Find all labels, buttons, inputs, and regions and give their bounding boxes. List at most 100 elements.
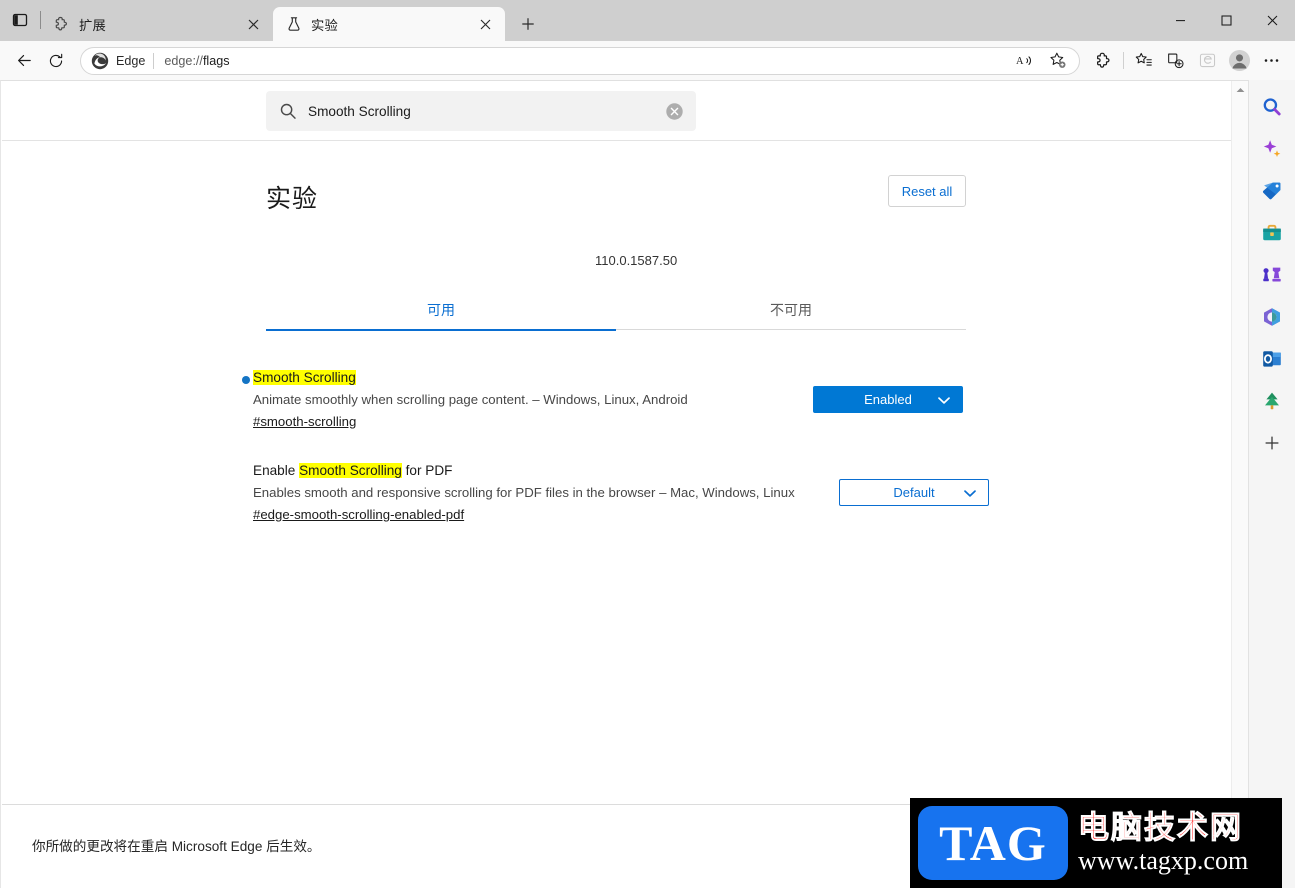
flag-entry-smooth-scrolling-pdf: Enable Smooth Scrolling for PDF Enables … bbox=[253, 462, 989, 524]
minimize-button[interactable] bbox=[1157, 0, 1203, 41]
tab-available-label: 可用 bbox=[427, 302, 455, 318]
discover-sparkle-icon bbox=[1263, 140, 1281, 157]
page-scrollbar[interactable] bbox=[1231, 81, 1248, 888]
tab-actions-menu-button[interactable] bbox=[0, 0, 40, 40]
watermark-url: www.tagxp.com bbox=[1078, 846, 1249, 875]
flask-experiments-icon bbox=[285, 16, 302, 33]
edge-logo-icon bbox=[91, 52, 109, 70]
flag-state-value: Default bbox=[893, 485, 935, 500]
reset-all-button[interactable]: Reset all bbox=[888, 175, 966, 207]
maximize-button[interactable] bbox=[1203, 0, 1249, 41]
read-aloud-icon: A bbox=[1016, 56, 1031, 67]
flag-anchor-link[interactable]: #smooth-scrolling bbox=[253, 413, 356, 431]
sidebar-item-drop[interactable] bbox=[1255, 384, 1289, 418]
internet-explorer-mode-button[interactable] bbox=[1191, 46, 1223, 76]
tab-experiments[interactable]: 实验 bbox=[273, 7, 505, 41]
reset-all-label: Reset all bbox=[901, 183, 953, 199]
flag-title: Smooth Scrolling bbox=[253, 369, 965, 387]
site-watermark: TAG 电脑技术网 www.tagxp.com bbox=[910, 798, 1282, 888]
settings-and-more-icon bbox=[1264, 59, 1278, 62]
sidebar-item-search[interactable] bbox=[1255, 90, 1289, 124]
watermark-tag-logo: TAG bbox=[918, 806, 1068, 880]
close-window-button[interactable] bbox=[1249, 0, 1295, 41]
omnibox-brand-label: Edge bbox=[116, 53, 146, 68]
page-title-row: 实验 bbox=[266, 179, 318, 215]
settings-and-more-button[interactable] bbox=[1255, 46, 1287, 76]
version-label: 110.0.1587.50 bbox=[595, 253, 678, 268]
omnibox-actions: A bbox=[1009, 46, 1073, 76]
office-icon bbox=[1264, 308, 1280, 326]
flag-state-value: Enabled bbox=[864, 392, 912, 407]
plus-icon bbox=[522, 18, 534, 30]
drop-tree-icon bbox=[1265, 392, 1279, 410]
add-favorite-button[interactable] bbox=[1041, 46, 1073, 76]
sidebar-item-shopping[interactable] bbox=[1255, 174, 1289, 208]
tab-title: 扩展 bbox=[79, 17, 106, 33]
add-sidebar-icon bbox=[1265, 436, 1279, 450]
extensions-button[interactable] bbox=[1088, 46, 1120, 76]
back-arrow-icon bbox=[17, 54, 31, 67]
page-viewport: Reset all 实验 110.0.1587.50 可用 不可用 Smooth… bbox=[0, 80, 1248, 888]
sidebar-item-outlook[interactable] bbox=[1255, 342, 1289, 376]
tab-strip: 扩展 实验 bbox=[0, 0, 1295, 41]
tools-briefcase-icon bbox=[1263, 224, 1281, 241]
search-input[interactable] bbox=[308, 103, 665, 119]
omnibox-divider bbox=[153, 52, 155, 69]
scrollbar-up-arrow[interactable] bbox=[1232, 81, 1248, 98]
watermark-chinese-name: 电脑技术网 bbox=[1077, 810, 1243, 846]
split-screen-button[interactable] bbox=[1159, 46, 1191, 76]
tab-available[interactable]: 可用 bbox=[266, 290, 616, 331]
search-icon bbox=[1263, 98, 1281, 116]
refresh-button[interactable] bbox=[40, 46, 72, 76]
sidebar-item-tools[interactable] bbox=[1255, 216, 1289, 250]
maximize-icon bbox=[1220, 15, 1232, 26]
address-bar[interactable]: Edge edge://flags A bbox=[80, 46, 1080, 76]
flag-state-select[interactable]: Enabled bbox=[813, 386, 963, 413]
tab-search-icon bbox=[12, 13, 28, 27]
collections-icon bbox=[1135, 52, 1152, 66]
split-screen-icon bbox=[1167, 53, 1184, 69]
flag-title: Enable Smooth Scrolling for PDF bbox=[253, 462, 965, 480]
tab-title: 实验 bbox=[311, 17, 338, 33]
read-aloud-button[interactable]: A bbox=[1009, 46, 1041, 76]
sidebar-item-office[interactable] bbox=[1255, 300, 1289, 334]
flags-search-box[interactable] bbox=[266, 91, 696, 131]
window-controls bbox=[1157, 0, 1295, 41]
search-icon bbox=[279, 102, 297, 120]
shopping-tag-icon bbox=[1262, 182, 1281, 200]
tab-extensions[interactable]: 扩展 bbox=[41, 7, 273, 41]
back-button[interactable] bbox=[8, 46, 40, 76]
sidebar-item-add[interactable] bbox=[1255, 426, 1289, 460]
extensions-puzzle-icon bbox=[1096, 52, 1110, 68]
browser-window: 扩展 实验 Edge edge://flags A Smooth Scrolli… bbox=[0, 0, 1295, 888]
sidebar-item-discover[interactable] bbox=[1255, 132, 1289, 166]
chevron-down-icon bbox=[938, 392, 950, 407]
flag-title-highlight: Smooth Scrolling bbox=[299, 463, 402, 478]
new-tab-button[interactable] bbox=[511, 7, 545, 41]
outlook-icon bbox=[1263, 351, 1281, 367]
sidebar-item-games[interactable] bbox=[1255, 258, 1289, 292]
tab-unavailable-label: 不可用 bbox=[770, 302, 812, 318]
games-chess-icon bbox=[1263, 267, 1281, 282]
tab-close-button[interactable] bbox=[241, 12, 265, 36]
flags-availability-tabs: 可用 不可用 bbox=[266, 290, 966, 331]
toolbar-right-actions bbox=[1088, 46, 1287, 76]
chevron-down-icon bbox=[964, 485, 976, 500]
tab-close-button[interactable] bbox=[473, 12, 497, 36]
flag-entry-smooth-scrolling: Smooth Scrolling Animate smoothly when s… bbox=[242, 369, 965, 431]
chevron-up-icon bbox=[1236, 87, 1244, 92]
clear-search-icon[interactable] bbox=[665, 102, 684, 121]
svg-text:A: A bbox=[1016, 56, 1024, 67]
toolbar-divider bbox=[1123, 52, 1124, 69]
restart-notice-text: 你所做的更改将在重启 Microsoft Edge 后生效。 bbox=[32, 839, 321, 854]
flag-modified-dot bbox=[242, 376, 250, 384]
tab-unavailable[interactable]: 不可用 bbox=[616, 290, 966, 330]
add-favorite-icon bbox=[1049, 52, 1065, 68]
flag-state-select[interactable]: Default bbox=[839, 479, 989, 506]
collections-button[interactable] bbox=[1127, 46, 1159, 76]
omnibox-url: edge://flags bbox=[164, 53, 230, 68]
close-icon bbox=[1267, 15, 1277, 26]
flag-anchor-link[interactable]: #edge-smooth-scrolling-enabled-pdf bbox=[253, 506, 464, 524]
refresh-icon bbox=[49, 53, 63, 67]
profile-button[interactable] bbox=[1223, 46, 1255, 76]
